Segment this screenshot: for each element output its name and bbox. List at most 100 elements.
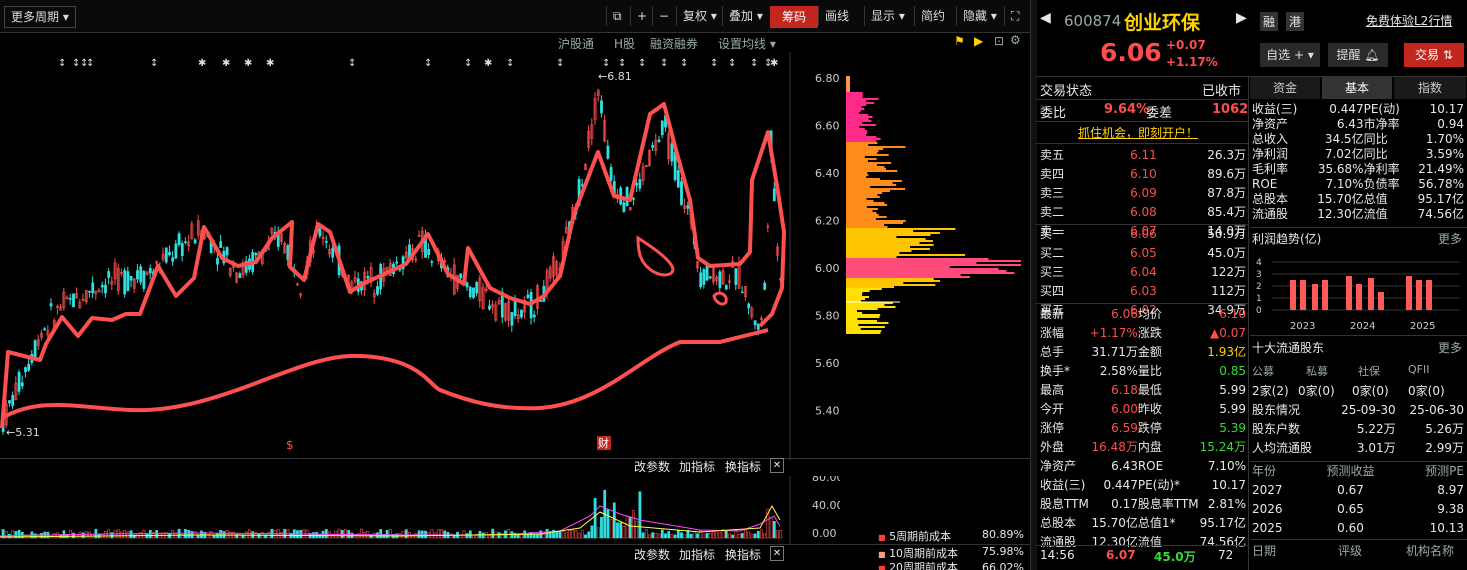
chip-bar — [846, 238, 926, 240]
draw-button[interactable]: 画线 — [818, 6, 855, 26]
chip-bar — [846, 270, 1007, 272]
close-icon-2[interactable]: ✕ — [770, 546, 784, 561]
restore-dropdown[interactable]: 复权 ▾ — [676, 6, 723, 26]
overlay-dropdown[interactable]: 叠加 ▾ — [722, 6, 769, 26]
event-marker[interactable]: ↕ — [464, 58, 472, 69]
remind-button[interactable]: 提醒 🔔︎ — [1328, 43, 1388, 67]
hk-badge[interactable]: 港 — [1286, 12, 1305, 31]
event-marker[interactable]: ↕ — [150, 58, 158, 69]
ma-setting-dropdown[interactable]: 设置均线 ▾ — [718, 35, 776, 52]
event-marker[interactable]: ↕ — [618, 58, 626, 69]
candle-body — [753, 320, 757, 326]
hide-dropdown[interactable]: 隐藏 ▾ — [956, 6, 1003, 26]
holders-more-link[interactable]: 更多 — [1438, 339, 1462, 356]
tab-basic[interactable]: 基本 — [1322, 77, 1392, 99]
event-marker[interactable]: ✱ — [244, 58, 252, 69]
chip-bar — [846, 168, 887, 170]
kline-chart[interactable]: 6.80 6.60 6.40 6.20 6.00 5.80 5.60 5.40 ↕ ↕ ↕ ↕ ↕ ✱ ✱… — [0, 52, 1030, 460]
event-marker[interactable]: ↕ — [660, 58, 668, 69]
candle-body — [600, 100, 603, 114]
tab-fund-flow[interactable]: 资金 — [1250, 77, 1320, 99]
open-account-banner[interactable]: 抓住机会，即刻开户！ — [1078, 124, 1198, 141]
event-marker[interactable]: ✱ — [484, 58, 492, 69]
candle-body — [632, 197, 635, 200]
add-indicator-button-2[interactable]: 加指标 — [679, 546, 715, 563]
next-stock-icon[interactable]: ▶ — [1236, 10, 1247, 26]
chip-bar — [846, 260, 1021, 262]
quote-left: 交易状态 已收市 委比 9.64% 委差 1062 抓住机会，即刻开户！ 卖五 6… — [1036, 77, 1248, 570]
candle-body — [142, 270, 146, 289]
chip-lock-icon[interactable]: ⊡ — [994, 34, 1004, 48]
volume-bar — [606, 509, 610, 539]
h-share-link[interactable]: H股 — [614, 35, 635, 52]
volume-tick: 80.00 — [812, 476, 840, 484]
volume-bar — [516, 534, 520, 539]
event-marker[interactable]: ↕ — [424, 58, 432, 69]
event-marker[interactable]: ↕ — [86, 58, 94, 69]
finance-badge[interactable]: 财 — [598, 436, 609, 450]
period-dropdown[interactable]: 更多周期 ▾ — [4, 6, 76, 28]
volume-bar — [52, 533, 56, 539]
candle-body — [635, 183, 639, 186]
tab-index[interactable]: 指数 — [1394, 77, 1466, 99]
margin-link[interactable]: 融资融券 — [650, 35, 698, 52]
event-marker[interactable]: ✱ — [222, 58, 230, 69]
prev-stock-icon[interactable]: ◀ — [1040, 10, 1051, 26]
l2-link[interactable]: 免费体验L2行情 — [1366, 12, 1452, 29]
gear-icon[interactable]: ⚙ — [1010, 33, 1021, 47]
swap-indicator-button-2[interactable]: 换指标 — [725, 546, 761, 563]
change-param-button[interactable]: 改参数 — [634, 458, 670, 475]
close-icon[interactable]: ✕ — [770, 458, 784, 473]
zoom-out-icon[interactable]: − — [652, 6, 675, 26]
zoom-in-icon[interactable]: + — [630, 6, 653, 26]
event-marker[interactable]: ✱ — [770, 58, 778, 69]
volume-bar — [72, 532, 75, 539]
stat-label: 股息率TTM — [1137, 497, 1199, 511]
chip-bar — [846, 290, 870, 292]
dividend-badge[interactable]: $ — [286, 438, 294, 452]
watchlist-button[interactable]: 自选 + ▾ — [1260, 43, 1320, 67]
chip-bar — [846, 322, 889, 324]
chip-bar — [846, 256, 897, 258]
profit-more-link[interactable]: 更多 — [1438, 230, 1462, 247]
order-ratio-value: 9.64% — [1104, 102, 1150, 117]
volume-bar — [590, 525, 594, 539]
ask-label: 卖五 — [1040, 148, 1065, 162]
margin-badge[interactable]: 融 — [1260, 12, 1279, 31]
hk-connect-link[interactable]: 沪股通 — [558, 35, 594, 52]
chips-button[interactable]: 筹码 — [770, 6, 818, 28]
display-dropdown[interactable]: 显示 ▾ — [864, 6, 911, 26]
chip-cursor-icon[interactable]: ▶ — [974, 34, 983, 48]
event-marker[interactable]: ↕ — [506, 58, 514, 69]
volume-bar — [664, 533, 667, 539]
event-marker[interactable]: ✱ — [198, 58, 206, 69]
flag-icon[interactable]: ⚑ — [954, 34, 965, 48]
event-marker[interactable]: ↕ — [638, 58, 646, 69]
stat-label: 净资产 — [1040, 459, 1077, 473]
table-row: 净利润 7.02亿 同比 3.59% — [1252, 147, 1464, 162]
chip-bar — [846, 258, 989, 260]
candle-body — [174, 243, 178, 259]
fullscreen-icon[interactable]: ⛶ — [1004, 6, 1025, 26]
candle-body — [177, 233, 181, 245]
event-marker[interactable]: ↕ — [750, 58, 758, 69]
event-marker[interactable]: ↕ — [602, 58, 610, 69]
swap-indicator-button[interactable]: 换指标 — [725, 458, 761, 475]
event-marker[interactable]: ↕ — [556, 58, 564, 69]
trade-button[interactable]: 交易 ⇅ — [1404, 43, 1464, 67]
event-marker[interactable]: ✱ — [266, 58, 274, 69]
stat-value: 0.85 — [1219, 364, 1246, 378]
change-param-button-2[interactable]: 改参数 — [634, 546, 670, 563]
event-marker[interactable]: ↕ — [728, 58, 736, 69]
event-marker[interactable]: ↕ — [680, 58, 688, 69]
chip-bar — [846, 214, 879, 216]
event-marker[interactable]: ↕ — [710, 58, 718, 69]
fund-label: 负债率 — [1363, 177, 1400, 191]
event-marker[interactable]: ↕ — [348, 58, 356, 69]
event-marker[interactable]: ↕ — [58, 58, 66, 69]
candle-body — [622, 202, 626, 213]
window-icon[interactable]: ⧉ — [606, 6, 628, 26]
add-indicator-button[interactable]: 加指标 — [679, 458, 715, 475]
simple-button[interactable]: 简约 — [914, 6, 951, 26]
candle-body — [670, 143, 674, 162]
